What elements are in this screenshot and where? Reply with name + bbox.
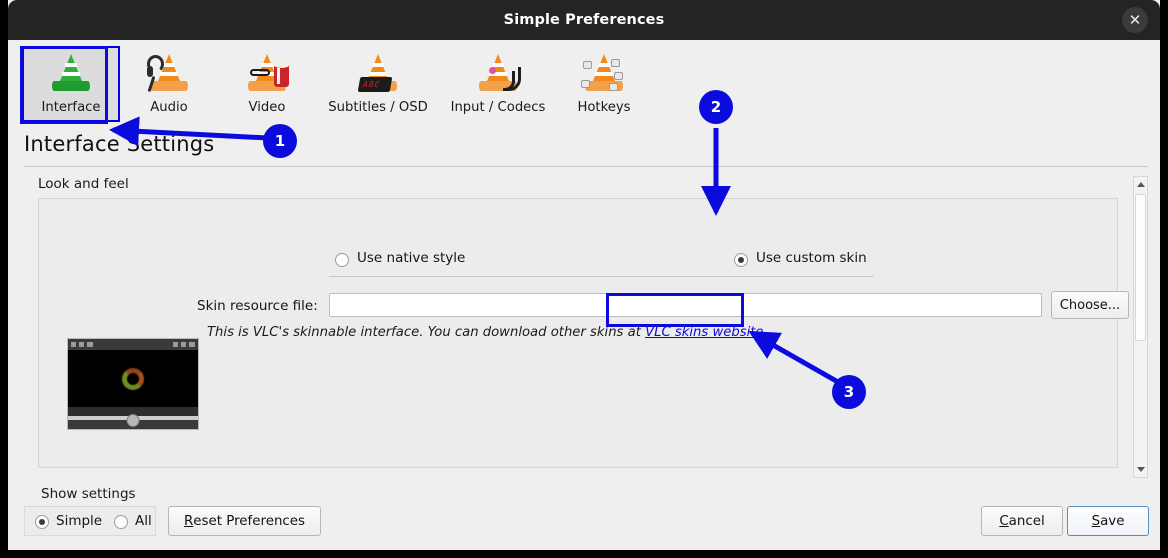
cancel-label-rest: ancel	[1008, 513, 1045, 529]
scroll-down-arrow-icon[interactable]	[1134, 462, 1147, 477]
reset-mnemonic: R	[183, 513, 194, 529]
preview-cone-glow-icon	[122, 367, 144, 390]
toolbar-item-hotkeys[interactable]: Hotkeys	[556, 46, 652, 122]
skin-hint-suffix: .	[763, 325, 768, 340]
show-settings-label: Show settings	[41, 486, 136, 502]
toolbar-item-label: Hotkeys	[577, 100, 631, 115]
preview-left-buttons	[71, 342, 93, 347]
preview-control-bar	[68, 414, 198, 429]
settings-viewport: Look and feel Use native style Use custo…	[24, 176, 1132, 478]
toolbar-item-label: Video	[248, 100, 286, 115]
skin-resource-file-input[interactable]	[329, 293, 1042, 317]
toolbar-item-input-codecs[interactable]: Input / Codecs	[440, 46, 556, 122]
toolbar-item-label: Audio	[150, 100, 188, 115]
reset-label-rest: eset Preferences	[193, 513, 306, 529]
settings-scrollbar[interactable]	[1133, 176, 1148, 478]
vlc-cone-interface-icon	[48, 53, 94, 97]
show-settings-simple-label[interactable]: Simple	[56, 513, 102, 529]
reset-preferences-button[interactable]: Reset Preferences	[168, 506, 321, 536]
use-native-style-label[interactable]: Use native style	[357, 250, 465, 266]
preferences-toolbar: Interface Audio Video ABC Subtitles / OS…	[8, 40, 1160, 128]
title-bar: Simple Preferences ✕	[8, 0, 1160, 40]
show-settings-group: Simple All	[24, 506, 156, 536]
save-label-rest: ave	[1100, 513, 1125, 529]
simple-preferences-window: Simple Preferences ✕ Interface Audio Vid…	[8, 0, 1160, 550]
skin-resource-file-label: Skin resource file:	[197, 298, 318, 314]
vlc-cone-cable-icon	[475, 53, 521, 97]
radio-divider	[329, 276, 874, 277]
vlc-cone-osd-icon: ABC	[355, 53, 401, 97]
skin-hint-text: This is VLC's skinnable interface. You c…	[207, 325, 768, 340]
window-body: Interface Audio Video ABC Subtitles / OS…	[8, 40, 1160, 550]
toolbar-item-subtitles-osd[interactable]: ABC Subtitles / OSD	[316, 46, 440, 122]
toolbar-item-label: Subtitles / OSD	[328, 100, 428, 115]
preview-titlebar	[68, 339, 198, 350]
preview-video-area	[68, 350, 198, 407]
title-divider	[24, 166, 1148, 167]
toolbar-item-audio[interactable]: Audio	[120, 46, 218, 122]
close-icon[interactable]: ✕	[1122, 7, 1148, 33]
use-custom-skin-radio[interactable]	[734, 253, 748, 267]
cancel-mnemonic: C	[999, 513, 1009, 529]
window-title: Simple Preferences	[503, 12, 665, 28]
choose-button[interactable]: Choose...	[1051, 291, 1129, 319]
vlc-skins-website-link[interactable]: VLC skins website	[645, 325, 763, 340]
skin-hint-prefix: This is VLC's skinnable interface. You c…	[207, 325, 646, 340]
use-native-style-radio[interactable]	[335, 253, 349, 267]
preview-play-knob-icon	[126, 414, 140, 427]
vlc-cone-popcorn-icon	[244, 53, 290, 97]
use-custom-skin-label[interactable]: Use custom skin	[756, 250, 867, 266]
look-and-feel-label: Look and feel	[38, 176, 129, 192]
settings-scroll-area: Look and feel Use native style Use custo…	[24, 176, 1148, 478]
skin-preview-thumbnail	[67, 338, 199, 430]
look-and-feel-group: Use native style Use custom skin Skin re…	[38, 198, 1129, 468]
toolbar-item-video[interactable]: Video	[218, 46, 316, 122]
vlc-cone-headset-icon	[146, 53, 192, 97]
cancel-button[interactable]: Cancel	[981, 506, 1063, 536]
save-mnemonic: S	[1091, 513, 1101, 529]
preview-right-buttons	[173, 342, 195, 347]
toolbar-item-interface[interactable]: Interface	[22, 46, 120, 122]
show-settings-all-radio[interactable]	[114, 515, 128, 529]
scrollbar-thumb[interactable]	[1135, 194, 1146, 341]
show-settings-all-label[interactable]: All	[135, 513, 152, 529]
toolbar-item-label: Input / Codecs	[450, 100, 546, 115]
toolbar-item-label: Interface	[41, 100, 101, 115]
page-title: Interface Settings	[24, 132, 215, 156]
vlc-cone-keys-icon	[581, 53, 627, 97]
save-button[interactable]: Save	[1067, 506, 1149, 536]
scroll-up-arrow-icon[interactable]	[1134, 177, 1147, 192]
show-settings-simple-radio[interactable]	[35, 515, 49, 529]
